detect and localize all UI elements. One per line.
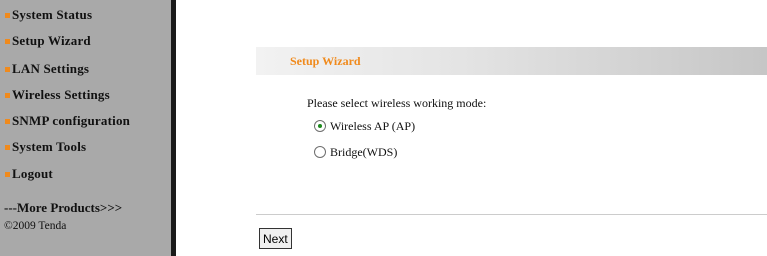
bullet-icon	[5, 144, 10, 150]
page-title: Setup Wizard	[290, 53, 361, 68]
mode-option-label: Bridge(WDS)	[330, 144, 398, 159]
bullet-icon	[5, 92, 10, 98]
sidebar-item-label: Wireless Settings	[12, 87, 110, 102]
sidebar-item-label: System Status	[12, 7, 93, 22]
bullet-icon	[5, 171, 10, 177]
sidebar-item-system-status[interactable]: System Status	[0, 4, 171, 26]
sidebar-item-label: Logout	[12, 166, 53, 181]
sidebar-item-lan-settings[interactable]: LAN Settings	[0, 58, 171, 80]
mode-prompt: Please select wireless working mode:	[307, 96, 487, 110]
mode-option-bridge-wds[interactable]: Bridge(WDS)	[314, 143, 397, 161]
form-divider	[256, 214, 767, 215]
next-button[interactable]: Next	[259, 228, 292, 249]
sidebar-item-label: Setup Wizard	[12, 33, 91, 48]
sidebar: System Status Setup Wizard LAN Settings …	[0, 0, 171, 256]
bullet-icon	[5, 118, 10, 124]
mode-option-wireless-ap[interactable]: Wireless AP (AP)	[314, 117, 415, 135]
radio-selected-icon[interactable]	[314, 120, 326, 132]
sidebar-item-wireless-settings[interactable]: Wireless Settings	[0, 84, 171, 106]
mode-option-label: Wireless AP (AP)	[330, 118, 416, 133]
copyright-text: ©2009 Tenda	[4, 220, 67, 232]
sidebar-item-logout[interactable]: Logout	[0, 163, 171, 185]
bullet-icon	[5, 66, 10, 72]
bullet-icon	[5, 12, 10, 18]
sidebar-item-label: LAN Settings	[12, 61, 90, 76]
radio-unselected-icon[interactable]	[314, 146, 326, 158]
bullet-icon	[5, 38, 10, 44]
sidebar-item-label: System Tools	[12, 139, 87, 154]
sidebar-item-label: SNMP configuration	[12, 113, 131, 128]
main-content: Setup Wizard Please select wireless work…	[176, 0, 767, 256]
sidebar-item-setup-wizard[interactable]: Setup Wizard	[0, 30, 171, 52]
sidebar-item-snmp-configuration[interactable]: SNMP configuration	[0, 110, 171, 132]
wizard-header: Setup Wizard	[256, 47, 767, 75]
sidebar-item-system-tools[interactable]: System Tools	[0, 136, 171, 158]
